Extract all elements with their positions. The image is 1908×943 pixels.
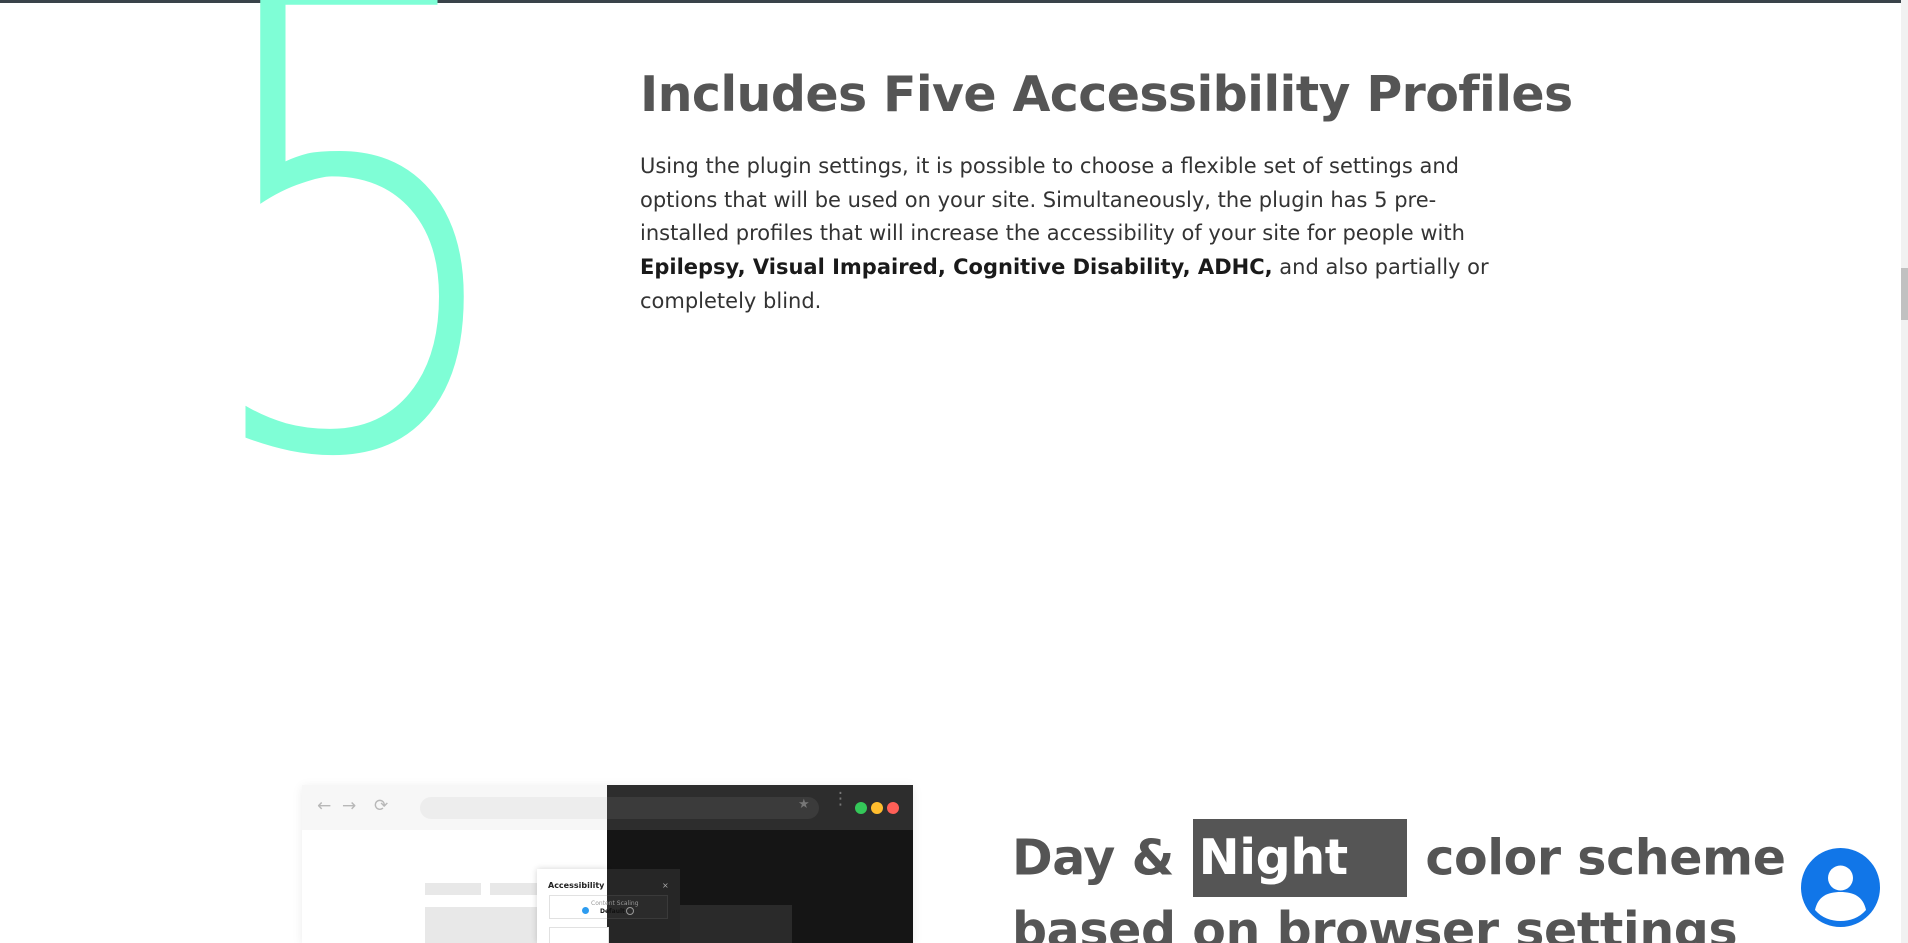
title-line-2: based on browser settings [1012,902,1738,943]
user-icon [1815,865,1866,921]
profiles-desc-bold: Epilepsy, Visual Impaired, Cognitive Dis… [640,255,1273,280]
title-color-scheme: color scheme [1425,829,1786,887]
back-arrow-icon: ← [317,796,332,816]
mockup-url-bar-dark [607,797,819,819]
title-day: Day & [1012,829,1174,887]
green-dot-icon [855,802,867,814]
close-icon: × [662,881,669,890]
mockup-panel-label: Content Scaling [591,900,639,907]
page-scrollbar[interactable] [1901,0,1908,943]
mockup-url-bar [420,797,607,819]
forward-arrow-icon: → [342,796,357,816]
mockup-placeholder-block [490,883,537,895]
plus-icon [626,907,634,915]
profiles-description: Using the plugin settings, it is possibl… [640,150,1520,319]
reload-icon: ⟳ [374,796,389,816]
mockup-panel-value: Default [600,908,625,915]
mockup-placeholder-block [425,883,481,895]
red-dot-icon [887,802,899,814]
mockup-dark-block [680,905,792,943]
mockup-card [549,927,609,943]
accessibility-user-button[interactable] [1801,848,1880,927]
title-night-highlight: Night [1192,819,1407,897]
minus-icon [582,907,589,914]
star-icon: ★ [798,797,810,812]
mockup-panel-title: Accessibility [548,881,605,890]
mockup-card-dark [607,895,668,919]
mockup-placeholder-block [425,907,537,943]
menu-dots-icon: ⋮ [832,789,849,809]
day-night-mockup-image: ← → ⟳ ★ ⋮ Accessibility × Content Scalin… [302,785,913,943]
profiles-title: Includes Five Accessibility Profiles [640,66,1573,123]
big-number-five: 5 [195,0,521,597]
page: 5 Includes Five Accessibility Profiles U… [0,0,1908,943]
yellow-dot-icon [871,802,883,814]
scrollbar-thumb[interactable] [1901,268,1908,320]
day-night-title: Day & Night color scheme based on browser… [1012,819,1786,943]
mockup-card [549,895,609,919]
profiles-desc-intro: Using the plugin settings, it is possibl… [640,154,1465,246]
